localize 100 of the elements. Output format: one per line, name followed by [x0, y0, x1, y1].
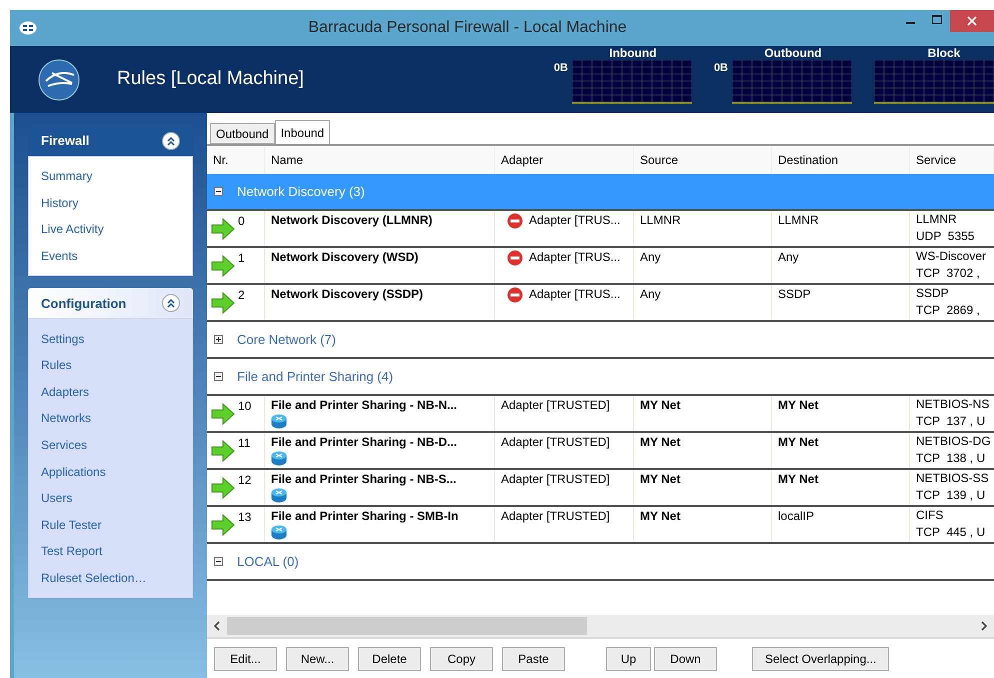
nav-link[interactable]: Settings: [29, 325, 192, 352]
close-icon: [967, 16, 977, 26]
collapse-icon[interactable]: [214, 372, 223, 381]
destination-text: MY Net: [778, 435, 818, 449]
adapter-text: Adapter [TRUS...: [529, 212, 620, 229]
arrow-right-icon: [211, 514, 235, 536]
service-text: TCP 2869 ,: [916, 302, 981, 319]
source-text: LLMNR: [640, 213, 681, 227]
collapse-icon[interactable]: [214, 187, 223, 196]
arrow-right-icon: [211, 255, 235, 277]
panel-title: Configuration: [41, 294, 126, 313]
nav-link[interactable]: Adapters: [29, 378, 192, 406]
nav-link[interactable]: Summary: [29, 163, 192, 190]
service-text: TCP 138 , U: [916, 450, 986, 467]
toolbar-button[interactable]: Up: [606, 646, 651, 670]
destination-text: SSDP: [778, 287, 811, 301]
rule-number: 0: [238, 213, 245, 230]
service-text: WS-Discover: [916, 248, 988, 265]
service-text: TCP 3702 ,: [916, 265, 981, 282]
toolbar-button[interactable]: Copy: [430, 646, 493, 670]
rule-number: 2: [238, 287, 245, 304]
panel-header[interactable]: Configuration: [28, 288, 193, 318]
meter-label: Outbound: [763, 47, 822, 60]
adapter-text: Adapter [TRUSTED]: [501, 508, 610, 525]
panel-title: Firewall: [41, 132, 90, 150]
rule-name: Network Discovery (WSD): [271, 249, 420, 266]
rule-name: File and Printer Sharing - NB-S...: [271, 471, 458, 488]
nav-link[interactable]: Rule Tester: [29, 512, 192, 538]
nav-link[interactable]: Rules: [29, 352, 192, 379]
service-text: NETBIOS-NS: [916, 396, 990, 413]
tab[interactable]: Inbound: [274, 120, 330, 144]
source-text: Any: [640, 287, 661, 301]
service-text: UDP 5355: [916, 228, 976, 245]
group-label: Core Network (7): [237, 330, 336, 349]
service-text: SSDP: [916, 285, 950, 302]
adapter-text: Adapter [TRUS...: [529, 249, 620, 266]
close-button[interactable]: [950, 10, 994, 32]
rule-name: File and Printer Sharing - NB-D...: [271, 434, 458, 451]
window-title: Barracuda Personal Firewall - Local Machine: [307, 18, 628, 38]
source-text: MY Net: [640, 435, 680, 449]
destination-text: Any: [778, 250, 799, 264]
source-text: MY Net: [640, 472, 680, 486]
toolbar-button[interactable]: Paste: [502, 646, 565, 670]
nav-link[interactable]: Networks: [29, 405, 192, 432]
nav-link[interactable]: Live Activity: [29, 216, 192, 243]
meter-label: Block: [926, 47, 960, 60]
maximize-icon[interactable]: [932, 15, 942, 25]
rule-name: Network Discovery (LLMNR): [271, 212, 434, 229]
nav-link[interactable]: History: [29, 190, 192, 216]
rule-name: Network Discovery (SSDP): [271, 286, 424, 303]
adapter-text: Adapter [TRUSTED]: [501, 397, 610, 414]
expand-icon[interactable]: [214, 335, 223, 344]
rule-number: 10: [238, 398, 252, 415]
scroll-right-icon[interactable]: [980, 621, 988, 631]
source-text: Any: [640, 250, 661, 264]
meter-reading: 0B: [554, 61, 568, 76]
group-label: File and Printer Sharing (4): [237, 368, 394, 386]
adapter-text: Adapter [TRUS...: [529, 286, 620, 303]
group-label: Network Discovery (3): [237, 182, 365, 201]
rule-number: 11: [238, 435, 250, 452]
toolbar-button[interactable]: Down: [654, 646, 717, 670]
toolbar-button[interactable]: Delete: [358, 646, 421, 670]
nav-link[interactable]: Users: [29, 484, 192, 512]
nav-link[interactable]: Services: [29, 432, 192, 458]
service-text: TCP 139 , U: [916, 487, 986, 504]
service-text: LLMNR: [916, 211, 958, 228]
service-text: TCP 137 , U: [916, 413, 986, 430]
destination-text: localIP: [778, 509, 814, 523]
page-title: Rules [Local Machine]: [117, 67, 305, 92]
nav-link[interactable]: Test Report: [29, 538, 192, 565]
rule-number: 1: [238, 250, 245, 267]
toolbar-button[interactable]: Select Overlapping...: [752, 646, 890, 670]
collapse-icon[interactable]: [162, 294, 180, 312]
panel-header[interactable]: Firewall: [28, 126, 193, 156]
group-label: LOCAL (0): [237, 552, 299, 571]
scroll-left-icon[interactable]: [213, 621, 221, 631]
destination-text: MY Net: [778, 472, 818, 486]
collapse-icon[interactable]: [214, 557, 223, 566]
logo-icon: [38, 58, 80, 100]
toolbar-button[interactable]: Edit...: [214, 646, 277, 670]
nav-link[interactable]: Applications: [29, 458, 192, 485]
collapse-icon[interactable]: [162, 132, 180, 150]
source-text: MY Net: [640, 509, 680, 523]
arrow-right-icon: [211, 440, 235, 462]
nav-link[interactable]: Ruleset Selection…: [29, 564, 192, 592]
tab[interactable]: Outbound: [210, 123, 275, 144]
arrow-right-icon: [211, 218, 235, 240]
rule-number: 13: [238, 509, 252, 526]
rule-name: File and Printer Sharing - SMB-In: [271, 508, 460, 525]
adapter-text: Adapter [TRUSTED]: [501, 471, 610, 488]
toolbar-button[interactable]: New...: [286, 646, 349, 670]
nav-link[interactable]: Events: [29, 242, 192, 270]
app-icon: [19, 21, 37, 35]
arrow-right-icon: [211, 403, 235, 425]
destination-text: MY Net: [778, 398, 818, 412]
meter-label: Inbound: [608, 47, 657, 60]
rule-number: 12: [238, 472, 252, 489]
meter-reading: 0B: [714, 61, 728, 76]
service-text: NETBIOS-SS: [916, 470, 990, 487]
horizontal-scrollbar[interactable]: [207, 615, 994, 637]
